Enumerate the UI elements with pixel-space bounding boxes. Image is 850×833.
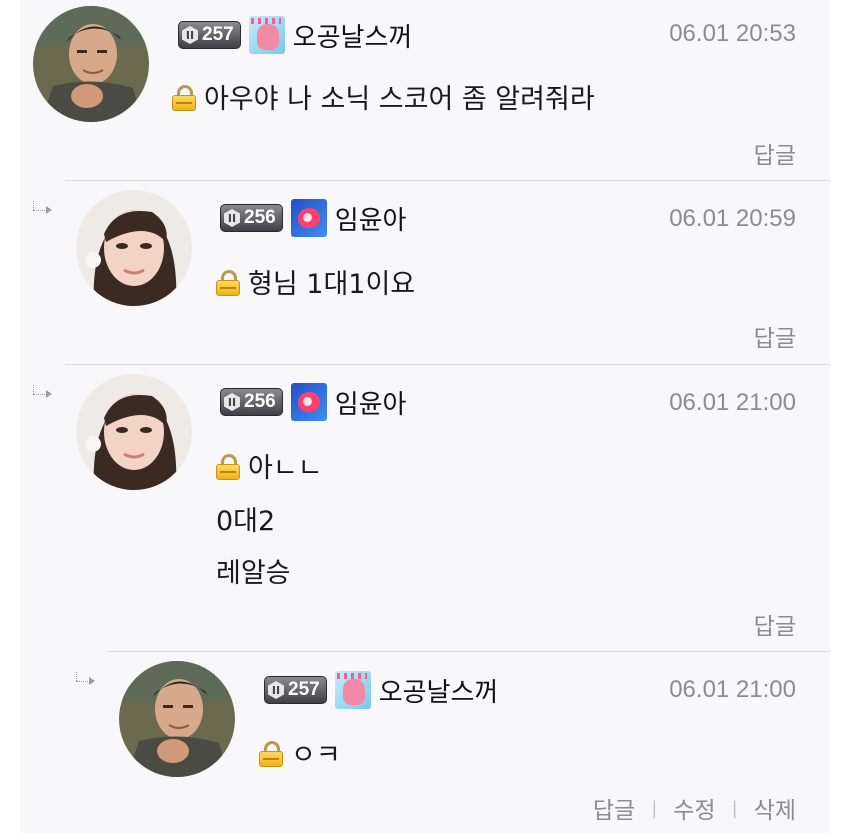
nickname[interactable]: 임윤아 — [335, 200, 407, 237]
comment-date: 06.01 20:53 — [669, 20, 796, 47]
level-badge-icon: II 256 — [220, 204, 283, 232]
lock-icon — [172, 85, 196, 111]
comment-item: II 257 오공날스꺼 06.01 20:53 아우야 나 소닉 스코어 좀 알… — [20, 0, 830, 180]
lock-icon — [216, 270, 240, 296]
edit-button[interactable]: 수정 — [673, 791, 715, 825]
comment-line: 아ㄴㄴ — [248, 453, 323, 484]
comment-date: 06.01 21:00 — [669, 676, 796, 703]
lock-icon — [216, 454, 240, 480]
level-number: 256 — [244, 207, 276, 228]
comment-item: II 257 오공날스꺼 06.01 21:00 ㅇㅋ 답글 | 수정 | 삭제 — [20, 652, 830, 833]
profile-badge-icon — [290, 199, 327, 237]
action-separator: | — [651, 797, 658, 819]
comment-text: 형님 1대1이요 — [216, 269, 415, 301]
avatar[interactable] — [33, 6, 149, 122]
reply-button[interactable]: 답글 — [754, 319, 796, 353]
reply-arrow-icon — [31, 385, 55, 399]
profile-badge-icon — [334, 671, 371, 709]
lock-icon — [259, 741, 283, 767]
comment-line: 레알승 — [216, 558, 291, 589]
comment-line: 0대2 — [216, 506, 276, 537]
avatar[interactable] — [76, 374, 192, 490]
avatar[interactable] — [76, 190, 192, 306]
reply-button[interactable]: 답글 — [754, 136, 796, 170]
profile-badge-icon — [248, 16, 285, 54]
nickname[interactable]: 오공날스꺼 — [379, 672, 499, 709]
reply-arrow-icon — [31, 201, 55, 215]
comment-line: 형님 1대1이요 — [248, 269, 416, 300]
comment-line: ㅇㅋ — [291, 740, 341, 771]
level-badge-icon: II 257 — [178, 21, 241, 49]
level-number: 256 — [244, 391, 276, 412]
level-number: 257 — [202, 24, 234, 45]
comment-date: 06.01 21:00 — [669, 389, 796, 416]
reply-arrow-icon — [74, 672, 98, 686]
nickname[interactable]: 오공날스꺼 — [293, 17, 413, 54]
comment-line: 아우야 나 소닉 스코어 좀 알려줘라 — [204, 84, 595, 115]
comment-text: ㅇㅋ — [259, 740, 341, 772]
reply-button[interactable]: 답글 — [593, 791, 635, 825]
action-separator: | — [731, 797, 738, 819]
comment-text: 아ㄴㄴ — [216, 453, 323, 485]
comment-item: II 256 임윤아 06.01 20:59 형님 1대1이요 답글 — [20, 181, 830, 364]
reply-button[interactable]: 답글 — [754, 607, 796, 641]
comment-date: 06.01 20:59 — [669, 205, 796, 232]
profile-badge-icon — [290, 383, 327, 421]
comment-item: II 256 임윤아 06.01 21:00 아ㄴㄴ 0대2 레알승 답글 — [20, 365, 830, 652]
level-badge-icon: II 257 — [264, 676, 327, 704]
level-number: 257 — [288, 679, 320, 700]
level-badge-icon: II 256 — [220, 388, 283, 416]
avatar[interactable] — [119, 661, 235, 777]
comment-panel: II 257 오공날스꺼 06.01 20:53 아우야 나 소닉 스코어 좀 알… — [20, 0, 830, 833]
comment-text: 아우야 나 소닉 스코어 좀 알려줘라 — [172, 84, 595, 116]
nickname[interactable]: 임윤아 — [335, 384, 407, 421]
delete-button[interactable]: 삭제 — [754, 791, 796, 825]
